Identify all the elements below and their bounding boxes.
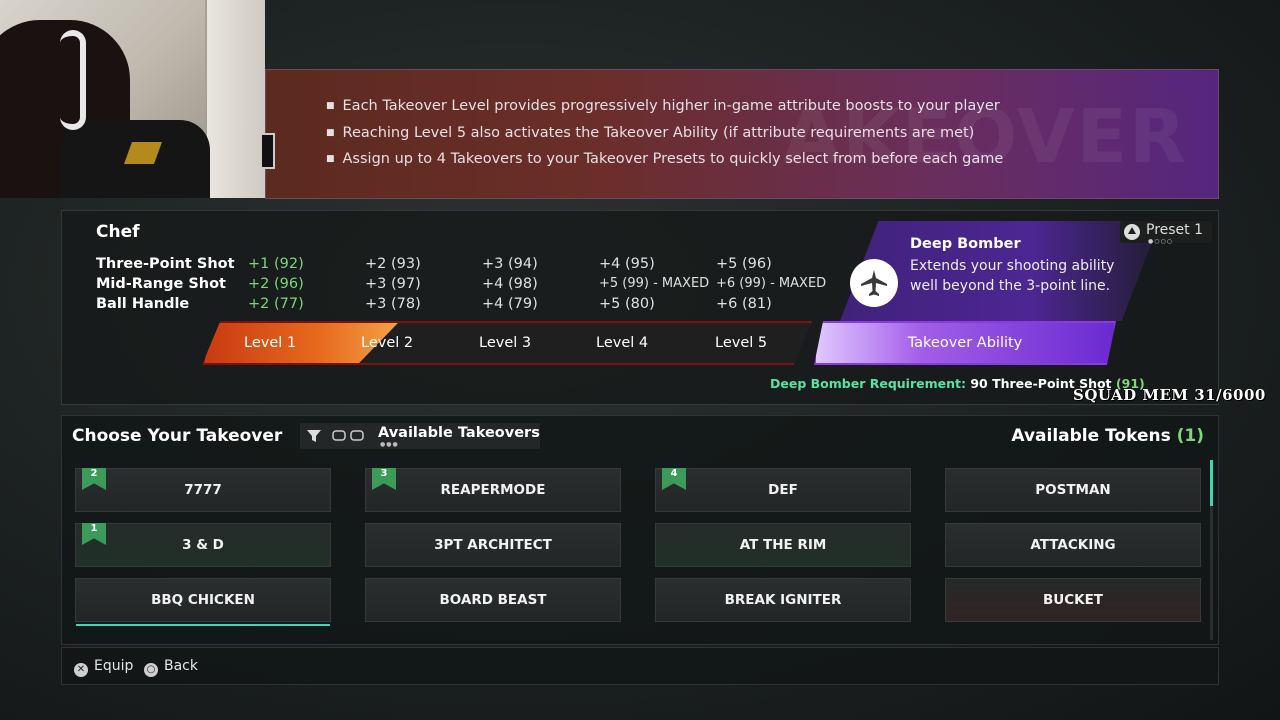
requirement-label: Deep Bomber Requirement: (770, 376, 966, 391)
takeover-ability-bar: Takeover Ability (814, 321, 1116, 365)
triangle-button-icon (1124, 224, 1140, 240)
preset-slot-badge: 3 (372, 468, 396, 490)
takeover-tile[interactable]: BREAK IGNITER (655, 578, 911, 622)
level-progress-bar: Level 1 Level 2 Level 3 Level 4 Level 5 (202, 321, 812, 365)
takeover-tile[interactable]: AT THE RIM (655, 523, 911, 567)
attribute-value: +3 (97) (365, 276, 421, 292)
choose-title: Choose Your Takeover (72, 426, 283, 446)
attribute-value: +4 (98) (482, 276, 538, 292)
takeover-tile-label: REAPERMODE (440, 482, 546, 498)
takeover-tile[interactable]: 3 REAPERMODE (365, 468, 621, 512)
preset-selector[interactable]: Preset 1 ●○○○ (1120, 221, 1212, 245)
back-hint[interactable]: ○ Back (144, 658, 198, 677)
attribute-value: +5 (99) - MAXED (599, 276, 710, 291)
attribute-row: Ball Handle +2 (77) +3 (78) +4 (79) +5 (… (96, 296, 836, 316)
takeover-tile[interactable]: 3PT ARCHITECT (365, 523, 621, 567)
preset-slot-badge: 1 (82, 523, 106, 545)
banner-bullet: Each Takeover Level provides progressive… (326, 96, 1003, 123)
ability-description: Extends your shooting ability well beyon… (910, 258, 1115, 294)
takeover-tile-label: DEF (768, 482, 798, 498)
stream-overlay-text: SQUAD MEM 31/6000 (1073, 386, 1266, 404)
l1-button-icon (332, 428, 346, 446)
airplane-icon (850, 259, 898, 307)
level-label-1: Level 1 (244, 335, 297, 351)
takeover-tile[interactable]: POSTMAN (945, 468, 1201, 512)
level-label-2: Level 2 (361, 335, 414, 351)
equip-hint[interactable]: ✕ Equip (74, 658, 133, 677)
filter-selector[interactable]: Available Takeovers ●●● (300, 423, 540, 449)
attribute-value: +1 (92) (248, 256, 304, 272)
level-label-3: Level 3 (479, 335, 532, 351)
takeover-tile-label: BBQ CHICKEN (151, 592, 255, 608)
banner-bullet: Assign up to 4 Takeovers to your Takeove… (326, 149, 1004, 176)
footer-controls: ✕ Equip ○ Back (61, 647, 1219, 685)
takeover-tile[interactable]: 2 7777 (75, 468, 331, 512)
takeover-tile-label: ATTACKING (1030, 537, 1116, 553)
attribute-value: +3 (78) (365, 296, 421, 312)
attribute-value: +5 (80) (599, 296, 655, 312)
takeover-name: Chef (96, 222, 140, 242)
takeover-tile[interactable]: BUCKET (945, 578, 1201, 622)
circle-button-icon: ○ (144, 663, 158, 677)
attribute-value: +2 (96) (248, 276, 304, 292)
level-label-4: Level 4 (596, 335, 649, 351)
attribute-label: Three-Point Shot (96, 256, 235, 272)
available-tokens: Available Tokens (1) (1011, 426, 1204, 446)
attribute-row: Mid-Range Shot +2 (96) +3 (97) +4 (98) +… (96, 276, 836, 296)
takeover-tile-label: POSTMAN (1035, 482, 1111, 498)
takeover-tile-label: 3PT ARCHITECT (434, 537, 552, 553)
takeover-tile[interactable]: 4 DEF (655, 468, 911, 512)
banner-bullet: Reaching Level 5 also activates the Take… (326, 123, 1003, 150)
attribute-row: Three-Point Shot +1 (92) +2 (93) +3 (94)… (96, 256, 836, 276)
back-label: Back (164, 658, 198, 674)
info-banner: AKEOVER Each Takeover Level provides pro… (265, 69, 1219, 199)
takeover-tile-label: 7777 (184, 482, 222, 498)
takeover-detail-panel: Chef Three-Point Shot +1 (92) +2 (93) +3… (61, 210, 1219, 405)
preset-slot-badge: 4 (662, 468, 686, 490)
cross-button-icon: ✕ (74, 663, 88, 677)
level-label-5: Level 5 (715, 335, 768, 351)
takeover-tile-label: 3 & D (182, 537, 224, 553)
preset-slot-badge: 2 (82, 468, 106, 490)
equip-label: Equip (94, 658, 134, 674)
choose-takeover-panel: Choose Your Takeover Available Takeovers… (61, 415, 1219, 645)
attribute-value: +4 (95) (599, 256, 655, 272)
attribute-value: +2 (77) (248, 296, 304, 312)
webcam-headphones (60, 30, 86, 130)
tokens-label: Available Tokens (1011, 426, 1171, 446)
takeover-tile[interactable]: BOARD BEAST (365, 578, 621, 622)
takeover-tile-label: AT THE RIM (739, 537, 827, 553)
r1-button-icon (350, 428, 364, 446)
banner-bullets: Each Takeover Level provides progressive… (326, 96, 1004, 176)
attribute-label: Mid-Range Shot (96, 276, 226, 292)
tokens-count: (1) (1176, 426, 1204, 446)
webcam-overlay (0, 0, 265, 198)
scrollbar[interactable] (1210, 460, 1213, 640)
takeover-ability-label: Takeover Ability (907, 335, 1023, 351)
takeover-tile[interactable]: 1 3 & D (75, 523, 331, 567)
attribute-value: +4 (79) (482, 296, 538, 312)
filter-icon[interactable] (306, 428, 322, 448)
attribute-label: Ball Handle (96, 296, 190, 312)
preset-label: Preset 1 (1146, 222, 1204, 238)
attribute-value: +5 (96) (716, 256, 772, 272)
filter-dots: ●●● (380, 441, 399, 448)
choose-header: Choose Your Takeover Available Takeovers… (62, 416, 1218, 456)
attribute-value: +2 (93) (365, 256, 421, 272)
takeover-tile-label: BREAK IGNITER (724, 592, 842, 608)
takeover-tile-label: BUCKET (1042, 592, 1104, 608)
banner-tab-handle[interactable] (262, 133, 275, 169)
preset-dots: ●○○○ (1148, 238, 1173, 245)
ability-title: Deep Bomber (910, 236, 1021, 252)
attribute-value: +6 (99) - MAXED (716, 276, 827, 291)
takeover-tile[interactable]: ATTACKING (945, 523, 1201, 567)
filter-label: Available Takeovers (378, 425, 540, 441)
webcam-background-door (205, 0, 265, 198)
scrollbar-thumb[interactable] (1210, 460, 1213, 506)
takeover-tile-label: BOARD BEAST (439, 592, 547, 608)
takeover-tile[interactable]: BBQ CHICKEN (75, 578, 331, 626)
attribute-value: +3 (94) (482, 256, 538, 272)
attribute-value: +6 (81) (716, 296, 772, 312)
